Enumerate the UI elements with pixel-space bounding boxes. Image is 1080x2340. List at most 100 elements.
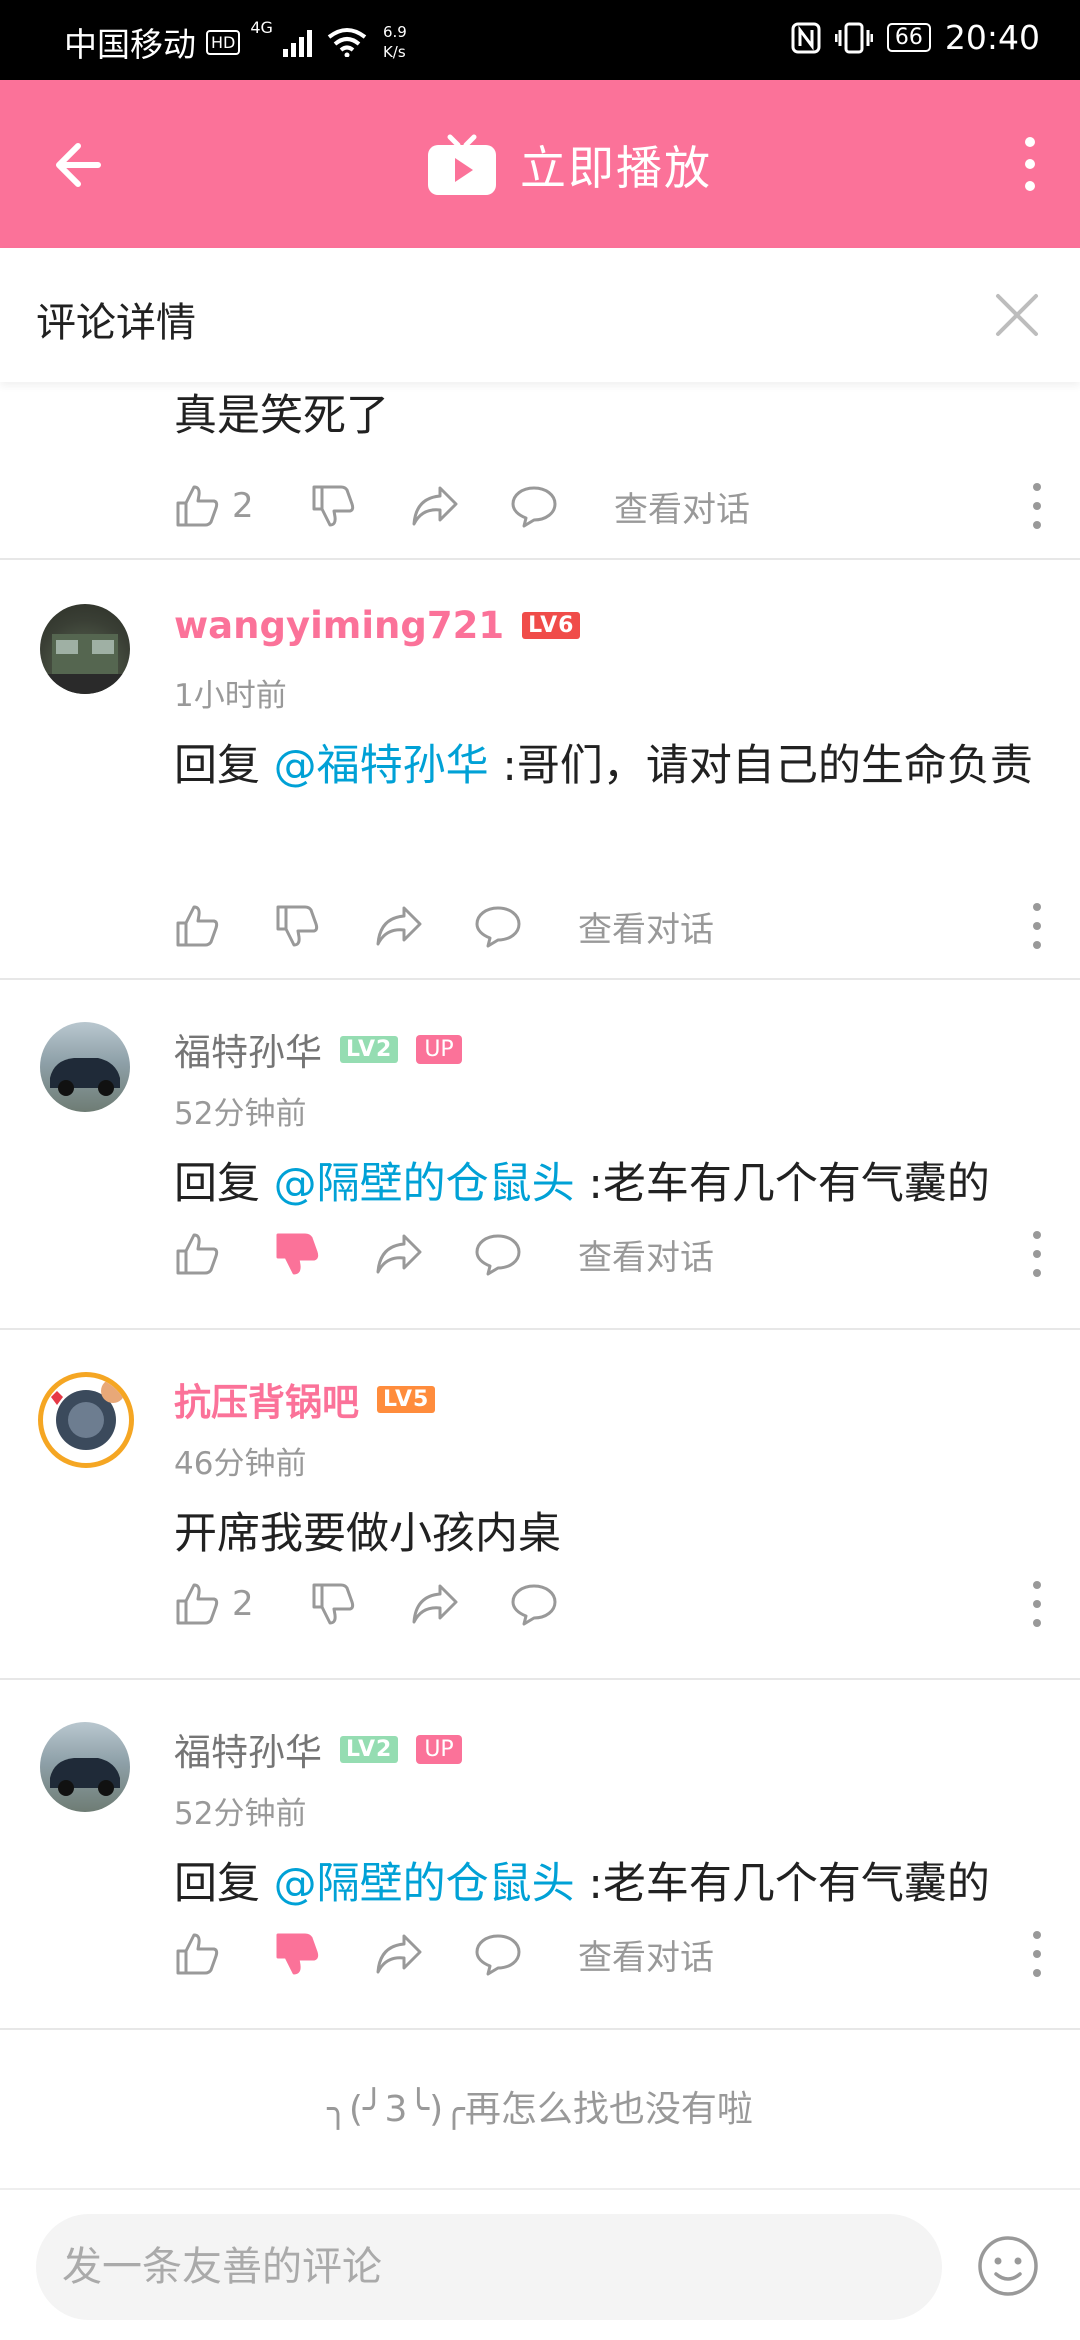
reply-button[interactable] (474, 1932, 578, 1976)
dislike-button[interactable] (310, 1581, 410, 1627)
share-button[interactable] (374, 904, 474, 948)
avatar[interactable] (40, 1722, 130, 1812)
end-of-list-message: ╮(╯3╰)╭再怎么找也没有啦 (327, 2089, 753, 2130)
chat-bubble-icon (475, 906, 521, 948)
share-button[interactable] (410, 1582, 510, 1626)
mention-link[interactable]: @福特孙华 (274, 741, 489, 791)
comment-actions: 2 (174, 1574, 1044, 1634)
comment-item: 福特孙华 LV2 UP 52分钟前 回复 @隔壁的仓鼠头 :老车有几个有气囊的 … (0, 980, 1080, 1330)
share-arrow-icon (376, 906, 422, 946)
like-button[interactable] (174, 903, 274, 949)
net-speed: 6.9 K/s (382, 23, 407, 61)
emoji-icon[interactable] (976, 2234, 1040, 2298)
view-conversation-link[interactable]: 查看对话 (578, 1230, 714, 1279)
comment-item: 真是笑死了 2 查看对话 (0, 382, 1080, 560)
share-arrow-icon (412, 486, 458, 526)
comment-actions: 查看对话 (174, 896, 1044, 956)
thumb-down-filled-icon (276, 1233, 319, 1275)
status-bar: 中国移动 HD 4G 6.9 K/s 66 20:40 (0, 0, 1080, 80)
share-arrow-icon (376, 1234, 422, 1274)
share-arrow-icon (376, 1934, 422, 1974)
comment-item: 抗压背锅吧 LV5 46分钟前 开席我要做小孩内桌 2 (0, 1330, 1080, 1680)
comment-time: 46分钟前 (174, 1446, 307, 1482)
mention-link[interactable]: @隔壁的仓鼠头 (274, 1159, 575, 1209)
like-count: 2 (232, 1584, 254, 1624)
share-button[interactable] (410, 484, 510, 528)
signal-icon (282, 30, 312, 57)
level-badge: LV2 (340, 1735, 399, 1763)
carrier-name: 中国移动 (64, 25, 196, 64)
share-button[interactable] (374, 1932, 474, 1976)
share-button[interactable] (374, 1232, 474, 1276)
up-badge: UP (416, 1034, 462, 1064)
comment-time: 52分钟前 (174, 1096, 307, 1132)
comment-actions: 查看对话 (174, 1924, 1044, 1984)
vibrate-icon (834, 22, 873, 53)
comment-time: 52分钟前 (174, 1796, 307, 1832)
app-bar: 立即播放 (0, 80, 1080, 248)
like-button[interactable] (174, 1231, 274, 1277)
like-button[interactable]: 2 (174, 483, 310, 529)
view-conversation-link[interactable]: 查看对话 (614, 482, 750, 531)
username[interactable]: 抗压背锅吧 LV5 (174, 1372, 436, 1426)
chat-bubble-icon (511, 1584, 557, 1626)
chat-bubble-icon (511, 486, 557, 528)
username[interactable]: 福特孙华 LV2 UP (174, 1022, 462, 1076)
username[interactable]: wangyiming721 LV6 (174, 604, 581, 647)
network-type: 4G (250, 18, 273, 37)
comment-time: 1小时前 (174, 678, 287, 714)
dislike-button[interactable] (274, 903, 374, 949)
comment-more-icon[interactable] (1030, 1580, 1044, 1628)
close-icon[interactable] (992, 290, 1042, 340)
reply-button[interactable] (510, 1582, 614, 1626)
thumb-down-icon (312, 485, 355, 527)
more-vertical-icon[interactable] (1020, 136, 1040, 192)
clock: 20:40 (944, 18, 1040, 57)
like-button[interactable] (174, 1931, 274, 1977)
thumb-down-icon (276, 905, 319, 947)
comment-item: wangyiming721 LV6 1小时前 回复 @福特孙华 :哥们，请对自己… (0, 560, 1080, 980)
comment-text: 回复 @福特孙华 :哥们，请对自己的生命负责 (174, 741, 1033, 791)
tv-play-icon (428, 134, 496, 195)
avatar[interactable] (40, 1022, 130, 1112)
thumb-up-icon (176, 485, 219, 527)
thumb-up-icon (176, 1583, 219, 1625)
dislike-button[interactable] (310, 483, 410, 529)
view-conversation-link[interactable]: 查看对话 (578, 1930, 714, 1979)
thumb-up-icon (176, 1233, 219, 1275)
reply-button[interactable] (474, 904, 578, 948)
nfc-icon (791, 22, 821, 53)
level-badge: LV5 (377, 1385, 436, 1413)
level-badge: LV2 (340, 1035, 399, 1063)
level-badge: LV6 (522, 612, 581, 639)
comment-more-icon[interactable] (1030, 1230, 1044, 1278)
reply-button[interactable] (510, 484, 614, 528)
comment-detail-header: 评论详情 (0, 248, 1080, 382)
comment-input-bar (0, 2188, 1080, 2340)
thumb-up-icon (176, 1933, 219, 1975)
chat-bubble-icon (475, 1234, 521, 1276)
chat-bubble-icon (475, 1934, 521, 1976)
comment-input[interactable] (36, 2214, 942, 2320)
comment-more-icon[interactable] (1030, 482, 1044, 530)
comment-text: 开席我要做小孩内桌 (174, 1509, 561, 1559)
back-arrow-icon[interactable] (44, 130, 124, 200)
share-arrow-icon (412, 1584, 458, 1624)
avatar[interactable] (40, 604, 130, 694)
avatar[interactable] (38, 1372, 134, 1468)
dislike-button-active[interactable] (274, 1931, 374, 1977)
reply-button[interactable] (474, 1232, 578, 1276)
play-now-button[interactable]: 立即播放 (426, 132, 712, 198)
username[interactable]: 福特孙华 LV2 UP (174, 1722, 462, 1776)
thumb-up-icon (176, 905, 219, 947)
wifi-icon (327, 28, 367, 57)
comment-more-icon[interactable] (1030, 1930, 1044, 1978)
comment-more-icon[interactable] (1030, 902, 1044, 950)
play-now-title: 立即播放 (520, 141, 712, 195)
dislike-button-active[interactable] (274, 1231, 374, 1277)
like-button[interactable]: 2 (174, 1581, 310, 1627)
mention-link[interactable]: @隔壁的仓鼠头 (274, 1859, 575, 1909)
thumb-down-icon (312, 1583, 355, 1625)
view-conversation-link[interactable]: 查看对话 (578, 902, 714, 951)
comment-item: 福特孙华 LV2 UP 52分钟前 回复 @隔壁的仓鼠头 :老车有几个有气囊的 … (0, 1680, 1080, 2030)
